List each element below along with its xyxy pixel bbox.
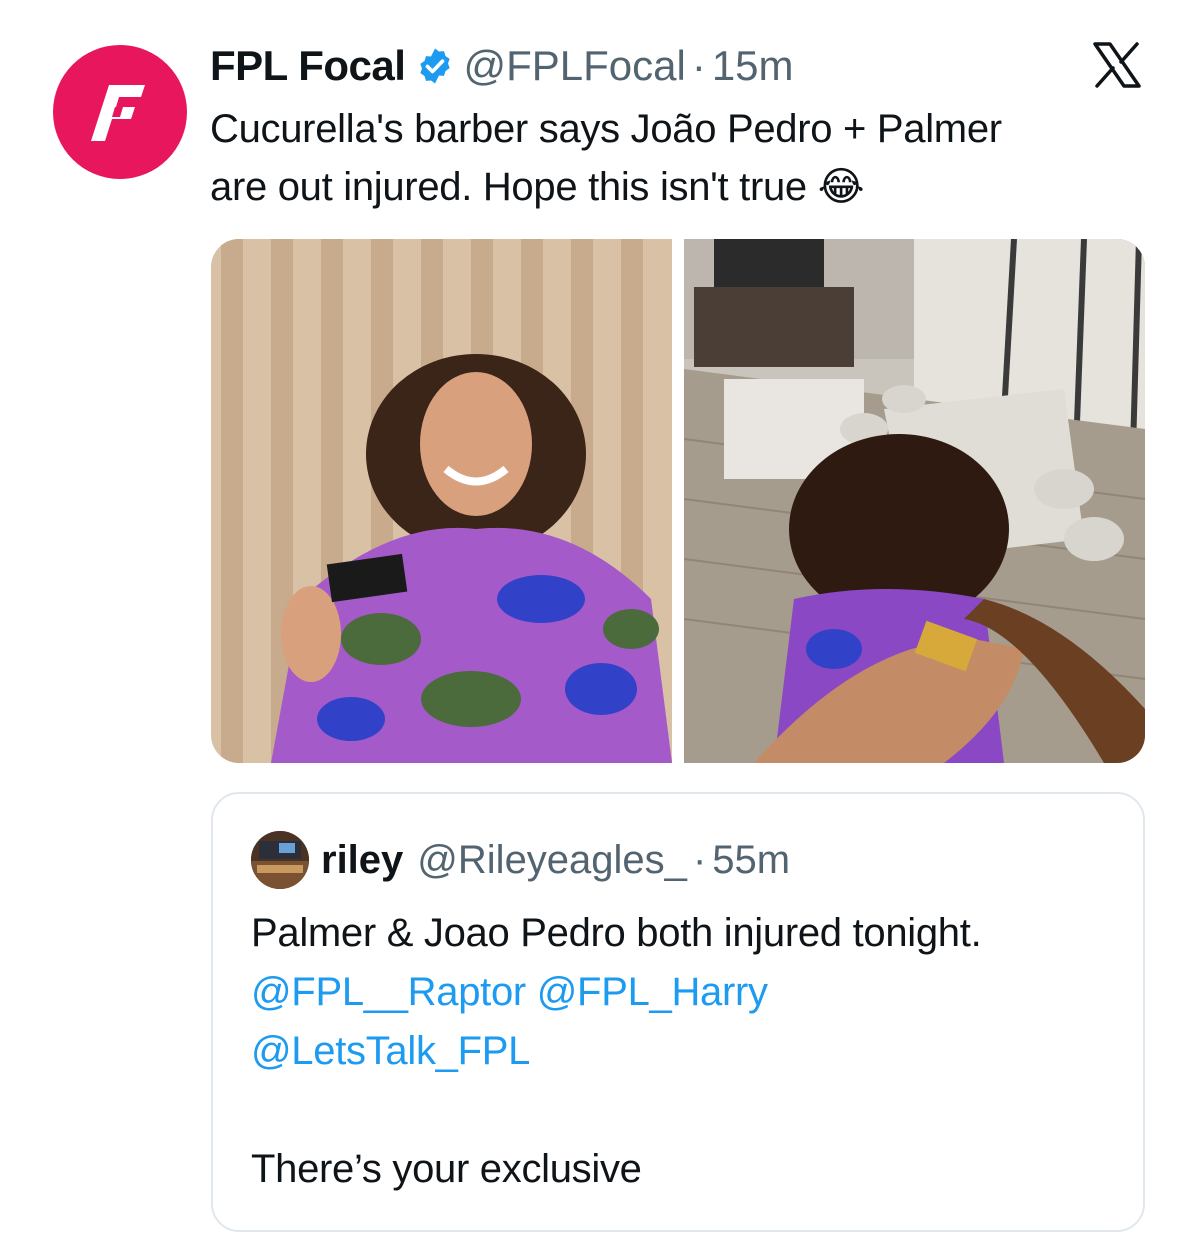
quoted-author-name[interactable]: riley (321, 838, 403, 883)
author-avatar[interactable] (53, 45, 187, 179)
laughing-emoji-icon: 😂 (817, 165, 865, 209)
tweet-text-line: are out injured. Hope this isn't true 😂 (210, 158, 1150, 216)
tweet-text-line: Cucurella's barber says João Pedro + Pal… (210, 107, 1002, 151)
portrait-photo-illustration (211, 239, 672, 763)
author-name[interactable]: FPL Focal (210, 42, 406, 90)
author-handle[interactable]: @FPLFocal (463, 42, 685, 90)
tweet-text: Cucurella's barber says João Pedro + Pal… (210, 100, 1150, 216)
quoted-mentions-line: @FPL__Raptor @FPL_Harry (251, 963, 1131, 1022)
tweet-media[interactable] (211, 239, 1145, 763)
quoted-tweet[interactable]: riley @Rileyeagles_ · 55m Palmer & Joao … (211, 792, 1145, 1232)
haircut-room-photo-illustration (684, 239, 1145, 763)
mention-link[interactable]: @LetsTalk_FPL (251, 1029, 530, 1073)
avatar-photo-illustration (251, 831, 309, 889)
tweet-text-fragment: are out injured. Hope this isn't true (210, 165, 807, 209)
quoted-tweet-header: riley @Rileyeagles_ · 55m (251, 831, 790, 889)
fpl-focal-logo-icon (91, 85, 145, 141)
quoted-tweet-timestamp[interactable]: 55m (712, 838, 790, 883)
quoted-text-line: Palmer & Joao Pedro both injured tonight… (251, 911, 982, 955)
quoted-tweet-text: Palmer & Joao Pedro both injured tonight… (251, 904, 1131, 1199)
verified-badge-icon (420, 48, 451, 84)
photo-barber-portrait[interactable] (211, 239, 672, 763)
quoted-text-line: There’s your exclusive (251, 1147, 642, 1191)
x-logo-icon (1093, 42, 1141, 88)
mention-link[interactable]: @FPL__Raptor (251, 970, 526, 1014)
quoted-author-handle[interactable]: @Rileyeagles_ (417, 838, 687, 883)
separator-dot: · (691, 42, 706, 89)
quoted-mentions-line: @LetsTalk_FPL (251, 1022, 1131, 1081)
photo-haircut-room[interactable] (684, 239, 1145, 763)
quoted-author-avatar[interactable] (251, 831, 309, 889)
mention-link[interactable]: @FPL_Harry (537, 970, 768, 1014)
separator-dot: · (692, 837, 707, 882)
tweet-timestamp[interactable]: 15m (712, 42, 794, 90)
tweet-header: FPL Focal @FPLFocal · 15m (210, 40, 794, 92)
